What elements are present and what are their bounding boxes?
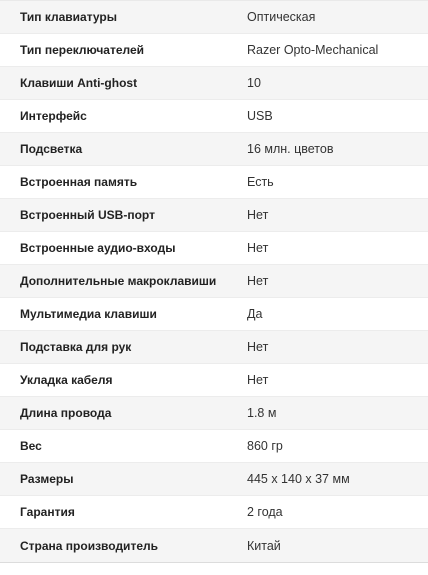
spec-row-warranty: Гарантия 2 года [0,496,428,529]
spec-value: Да [247,307,263,321]
spec-row-anti-ghost: Клавиши Anti-ghost 10 [0,67,428,100]
spec-label: Встроенные аудио-входы [20,241,176,255]
specifications-table: Тип клавиатуры Оптическая Тип переключат… [0,0,428,563]
spec-row-keyboard-type: Тип клавиатуры Оптическая [0,1,428,34]
spec-row-multimedia-keys: Мультимедиа клавиши Да [0,298,428,331]
spec-value: 860 гр [247,439,283,453]
spec-label: Встроенный USB-порт [20,208,155,222]
spec-value: 1.8 м [247,406,277,420]
spec-row-built-in-memory: Встроенная память Есть [0,166,428,199]
spec-row-weight: Вес 860 гр [0,430,428,463]
spec-row-usb-port: Встроенный USB-порт Нет [0,199,428,232]
spec-label: Мультимедиа клавиши [20,307,157,321]
spec-row-dimensions: Размеры 445 x 140 x 37 мм [0,463,428,496]
spec-row-macro-keys: Дополнительные макроклавиши Нет [0,265,428,298]
spec-value: 16 млн. цветов [247,142,334,156]
spec-value: Нет [247,340,269,354]
spec-row-audio-inputs: Встроенные аудио-входы Нет [0,232,428,265]
spec-value: Razer Opto-Mechanical [247,43,379,57]
spec-row-wrist-rest: Подставка для рук Нет [0,331,428,364]
spec-value: Нет [247,208,269,222]
spec-value: Оптическая [247,10,316,24]
spec-label: Подставка для рук [20,340,132,354]
spec-label: Гарантия [20,505,75,519]
spec-value: Нет [247,373,269,387]
spec-label: Укладка кабеля [20,373,113,387]
spec-value: USB [247,109,273,123]
spec-value: 445 x 140 x 37 мм [247,472,350,486]
spec-label: Подсветка [20,142,83,156]
spec-label: Клавиши Anti-ghost [20,76,138,90]
spec-value: 10 [247,76,261,90]
spec-row-switch-type: Тип переключателей Razer Opto-Mechanical [0,34,428,67]
spec-label: Дополнительные макроклавиши [20,274,217,288]
spec-value: Нет [247,241,269,255]
spec-row-cable-routing: Укладка кабеля Нет [0,364,428,397]
spec-label: Страна производитель [20,538,158,553]
spec-label: Встроенная память [20,175,138,189]
spec-row-cable-length: Длина провода 1.8 м [0,397,428,430]
spec-row-interface: Интерфейс USB [0,100,428,133]
spec-value: 2 года [247,505,283,519]
spec-label: Интерфейс [20,109,87,123]
spec-row-country: Страна производитель Китай [0,529,428,562]
spec-label: Тип переключателей [20,43,145,57]
spec-value: Есть [247,175,274,189]
spec-label: Вес [20,439,42,453]
spec-label: Размеры [20,472,74,486]
spec-label: Тип клавиатуры [20,10,117,24]
spec-value: Китай [247,538,281,553]
spec-row-backlight: Подсветка 16 млн. цветов [0,133,428,166]
spec-value: Нет [247,274,269,288]
spec-label: Длина провода [20,406,112,420]
